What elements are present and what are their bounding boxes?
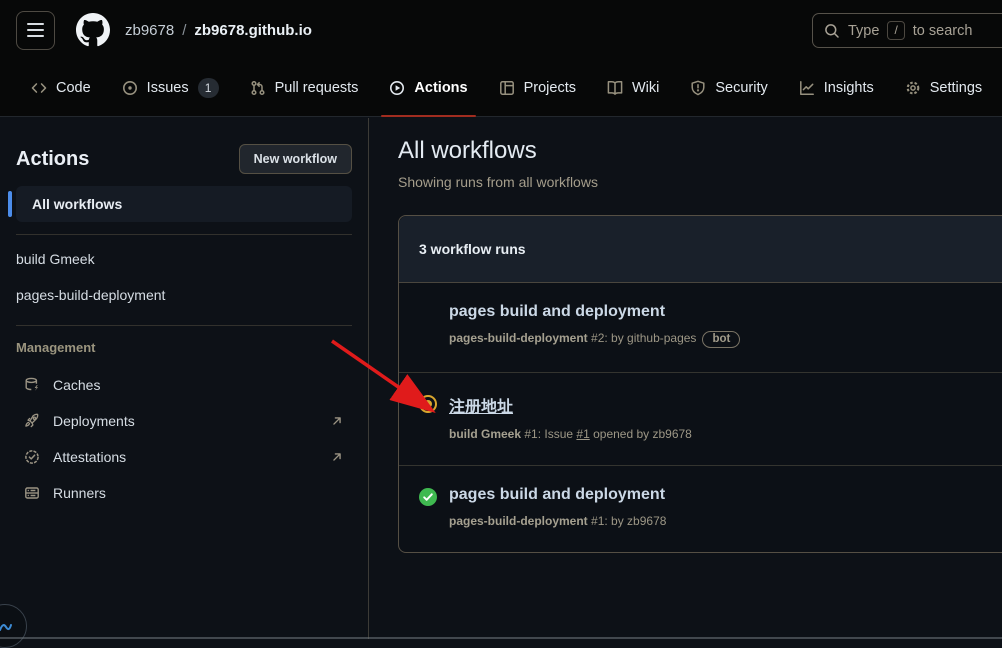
tab-pull-requests[interactable]: Pull requests bbox=[241, 60, 368, 116]
tab-label: Security bbox=[715, 80, 767, 96]
page-title: All workflows bbox=[398, 137, 1002, 165]
success-status-icon bbox=[419, 488, 437, 528]
search-icon bbox=[824, 23, 840, 39]
run-detail: #1: by zb9678 bbox=[588, 514, 667, 528]
cache-icon bbox=[24, 377, 40, 393]
bot-badge: bot bbox=[702, 331, 740, 348]
breadcrumb-separator: / bbox=[182, 22, 186, 39]
run-subtitle: build Gmeek #1: Issue #1 opened by zb967… bbox=[449, 427, 692, 441]
search-placeholder-suffix: to search bbox=[913, 23, 973, 39]
sidebar-item-label: Caches bbox=[53, 377, 100, 393]
actions-sidebar: Actions New workflow All workflows build… bbox=[0, 118, 369, 639]
tab-wiki[interactable]: Wiki bbox=[598, 60, 668, 116]
tab-label: Code bbox=[56, 80, 91, 96]
sidebar-item-label: Attestations bbox=[53, 449, 126, 465]
gear-icon bbox=[905, 80, 921, 96]
verified-icon bbox=[24, 449, 40, 465]
search-input[interactable]: Type / to search bbox=[812, 13, 1002, 48]
tab-code[interactable]: Code bbox=[22, 60, 100, 116]
run-title-link[interactable]: pages build and deployment bbox=[449, 486, 666, 504]
app-header: zb9678 / zb9678.github.io Type / to sear… bbox=[0, 0, 1002, 60]
page-subtitle: Showing runs from all workflows bbox=[398, 174, 1002, 190]
external-link-arrow-icon bbox=[330, 450, 344, 464]
workflow-run-row[interactable]: 注册地址 build Gmeek #1: Issue #1 opened by … bbox=[399, 373, 1002, 466]
tab-label: Settings bbox=[930, 80, 982, 96]
tab-issues[interactable]: Issues 1 bbox=[113, 60, 228, 116]
sidebar-divider bbox=[16, 325, 352, 326]
hamburger-menu-button[interactable] bbox=[16, 11, 55, 50]
run-title-link[interactable]: 注册地址 bbox=[449, 393, 692, 417]
rocket-icon bbox=[24, 413, 40, 429]
breadcrumb-repo-link[interactable]: zb9678.github.io bbox=[194, 22, 312, 39]
run-workflow-name: build Gmeek bbox=[449, 427, 521, 441]
tab-label: Actions bbox=[414, 80, 467, 96]
waiting-status-icon bbox=[419, 395, 437, 441]
workflow-runs-main: All workflows Showing runs from all work… bbox=[370, 118, 1002, 639]
sidebar-item-workflow-pages-build-deployment[interactable]: pages-build-deployment bbox=[0, 277, 368, 313]
run-detail: opened by zb9678 bbox=[590, 427, 692, 441]
tab-insights[interactable]: Insights bbox=[790, 60, 883, 116]
issue-number-link[interactable]: #1 bbox=[576, 427, 589, 441]
code-icon bbox=[31, 80, 47, 96]
sidebar-item-runners[interactable]: Runners bbox=[0, 475, 368, 511]
run-title-link[interactable]: pages build and deployment bbox=[449, 303, 740, 321]
run-detail: #2: by github-pages bbox=[588, 331, 697, 345]
run-subtitle: pages-build-deployment #1: by zb9678 bbox=[449, 514, 666, 528]
tab-actions[interactable]: Actions bbox=[380, 60, 476, 116]
shield-icon bbox=[690, 80, 706, 96]
external-link-arrow-icon bbox=[330, 414, 344, 428]
sidebar-item-workflow-build-gmeek[interactable]: build Gmeek bbox=[0, 241, 368, 277]
sidebar-item-attestations[interactable]: Attestations bbox=[0, 439, 368, 475]
tab-label: Insights bbox=[824, 80, 874, 96]
workflow-runs-card: 3 workflow runs pages build and deployme… bbox=[398, 215, 1002, 553]
tab-projects[interactable]: Projects bbox=[490, 60, 585, 116]
run-workflow-name: pages-build-deployment bbox=[449, 331, 588, 345]
new-workflow-button[interactable]: New workflow bbox=[239, 144, 352, 174]
server-icon bbox=[24, 485, 40, 501]
run-detail: #1: Issue bbox=[521, 427, 576, 441]
tab-label: Pull requests bbox=[275, 80, 359, 96]
run-subtitle: pages-build-deployment #2: by github-pag… bbox=[449, 331, 740, 348]
play-icon bbox=[389, 80, 405, 96]
github-logo-icon[interactable] bbox=[76, 13, 110, 47]
search-placeholder-prefix: Type bbox=[848, 23, 879, 39]
breadcrumb: zb9678 / zb9678.github.io bbox=[125, 22, 312, 39]
tab-label: Issues bbox=[147, 80, 189, 96]
sidebar-item-deployments[interactable]: Deployments bbox=[0, 403, 368, 439]
sidebar-title: Actions bbox=[16, 148, 89, 171]
workflow-run-row[interactable]: pages build and deployment pages-build-d… bbox=[399, 466, 1002, 552]
run-workflow-name: pages-build-deployment bbox=[449, 514, 588, 528]
issues-count-badge: 1 bbox=[198, 78, 219, 98]
management-section-title: Management bbox=[0, 332, 368, 367]
sidebar-item-caches[interactable]: Caches bbox=[0, 367, 368, 403]
sidebar-item-all-workflows[interactable]: All workflows bbox=[16, 186, 352, 222]
table-icon bbox=[499, 80, 515, 96]
graph-icon bbox=[799, 80, 815, 96]
workflow-run-row[interactable]: pages build and deployment pages-build-d… bbox=[399, 283, 1002, 373]
search-slash-key-hint: / bbox=[887, 21, 904, 40]
runs-count-header: 3 workflow runs bbox=[399, 216, 1002, 283]
sidebar-divider bbox=[16, 234, 352, 235]
tab-settings[interactable]: Settings bbox=[896, 60, 991, 116]
book-icon bbox=[607, 80, 623, 96]
sidebar-item-label: Deployments bbox=[53, 413, 135, 429]
queued-status-icon bbox=[419, 305, 437, 348]
sidebar-item-label: Runners bbox=[53, 485, 106, 501]
breadcrumb-owner-link[interactable]: zb9678 bbox=[125, 22, 174, 39]
tab-security[interactable]: Security bbox=[681, 60, 776, 116]
git-pull-request-icon bbox=[250, 80, 266, 96]
tab-label: Wiki bbox=[632, 80, 659, 96]
issue-opened-icon bbox=[122, 80, 138, 96]
repo-nav-tabs: Code Issues 1 Pull requests Actions Proj… bbox=[0, 60, 1002, 117]
tab-label: Projects bbox=[524, 80, 576, 96]
